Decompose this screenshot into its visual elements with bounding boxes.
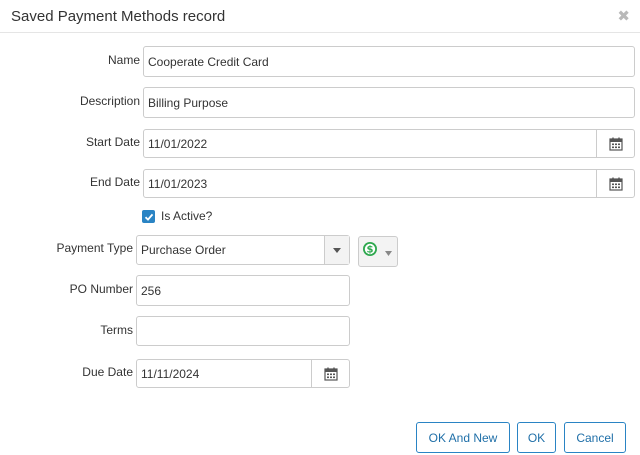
end-date-label: End Date [89,175,140,189]
payment-type-label: Payment Type [56,241,134,255]
description-input[interactable]: Billing Purpose [143,87,635,118]
due-date-value: 11/11/2024 [141,367,200,381]
name-label: Name [107,53,140,67]
svg-text:$: $ [367,245,374,256]
description-value: Billing Purpose [148,96,229,110]
due-date-label: Due Date [82,365,133,379]
checkmark-icon [144,213,153,221]
po-number-label: PO Number [69,282,133,296]
caret-down-icon[interactable] [324,236,349,264]
dialog-title: Saved Payment Methods record [11,8,226,25]
end-date-value: 11/01/2023 [148,177,208,191]
description-label: Description [79,94,140,108]
calendar-icon[interactable] [596,170,634,197]
terms-label: Terms [100,323,133,337]
ok-button[interactable]: OK [517,422,556,453]
ok-and-new-button[interactable]: OK And New [416,422,510,453]
due-date-input[interactable]: 11/11/2024 [136,359,350,388]
start-date-label: Start Date [85,135,140,149]
po-number-value: 256 [141,284,162,298]
is-active-checkbox[interactable] [142,210,155,223]
dialog-titlebar: Saved Payment Methods record ✖ [0,0,640,33]
is-active-label: Is Active? [161,209,213,223]
start-date-value: 11/01/2022 [148,137,208,151]
name-input[interactable]: Cooperate Credit Card [143,46,635,77]
calendar-icon[interactable] [596,130,634,157]
calendar-icon[interactable] [311,360,349,387]
caret-down-icon [385,251,392,256]
po-number-input[interactable]: 256 [136,275,350,306]
name-value: Cooperate Credit Card [148,55,269,69]
cancel-button[interactable]: Cancel [564,422,626,453]
payment-type-select[interactable]: Purchase Order [136,235,350,265]
start-date-input[interactable]: 11/01/2022 [143,129,635,158]
payment-icon-dropdown[interactable]: $ [358,236,398,267]
end-date-input[interactable]: 11/01/2023 [143,169,635,198]
terms-input[interactable] [136,316,350,346]
dollar-coin-icon: $ [363,242,377,256]
payment-type-value: Purchase Order [141,243,226,257]
close-icon[interactable]: ✖ [617,9,630,24]
